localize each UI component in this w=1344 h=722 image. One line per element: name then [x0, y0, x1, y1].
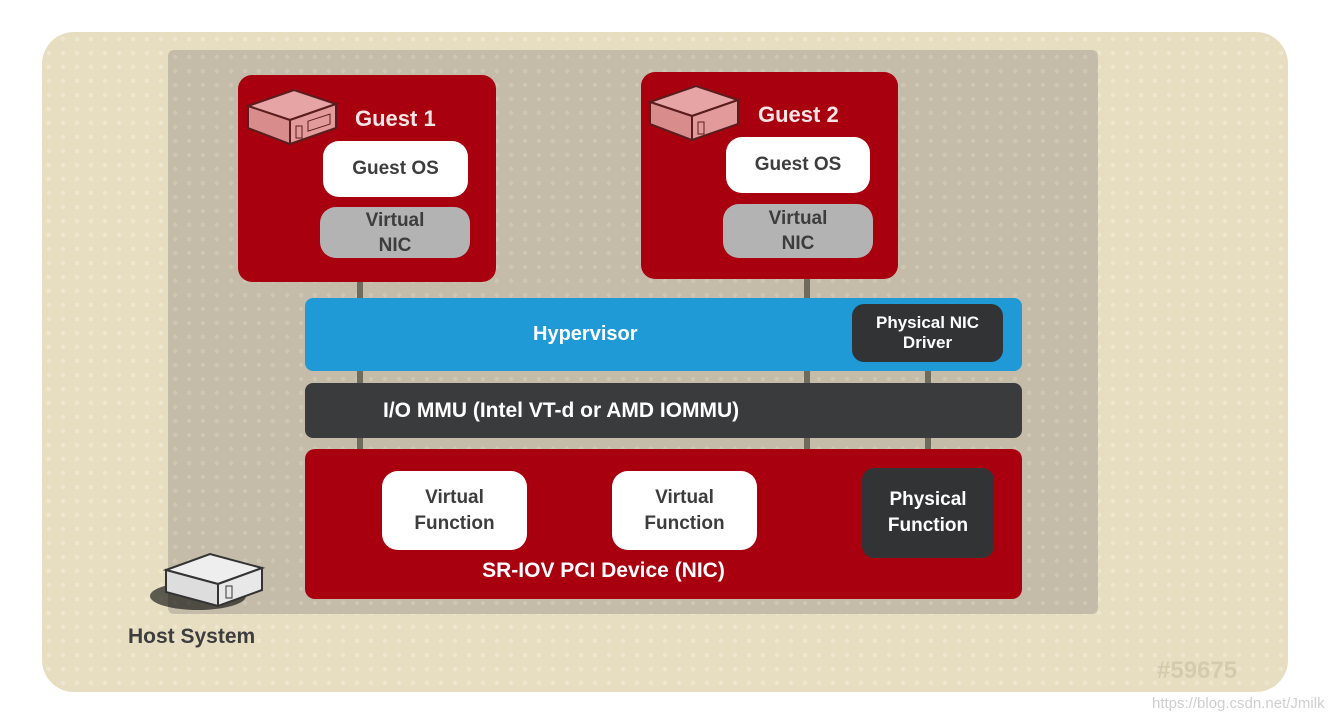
host-server-icon: [150, 552, 266, 610]
physical-nic-driver: Physical NIC Driver: [852, 304, 1003, 362]
hypervisor-label: Hypervisor: [533, 323, 638, 345]
iommu-label: I/O MMU (Intel VT-d or AMD IOMMU): [383, 398, 740, 422]
guest-1-os: Guest OS: [323, 141, 468, 197]
guest-2-title: Guest 2: [758, 102, 839, 127]
physical-function: Physical Function: [862, 468, 994, 558]
guest-2-os: Guest OS: [726, 137, 870, 193]
guest-2-virtual-nic: Virtual NIC: [723, 204, 873, 258]
sriov-device-label: SR-IOV PCI Device (NIC): [482, 559, 725, 582]
guest-1-virtual-nic: Virtual NIC: [320, 207, 470, 258]
host-system-label: Host System: [128, 625, 256, 648]
server-icon: [646, 84, 742, 142]
watermark: https://blog.csdn.net/Jmilk: [1152, 695, 1325, 712]
figure-id: #59675: [1157, 657, 1238, 684]
virtual-function-1: Virtual Function: [382, 471, 527, 550]
server-icon: [244, 88, 340, 146]
iommu-layer: I/O MMU (Intel VT-d or AMD IOMMU): [305, 383, 1022, 438]
guest-1-title: Guest 1: [355, 106, 436, 131]
virtual-function-2: Virtual Function: [612, 471, 757, 550]
